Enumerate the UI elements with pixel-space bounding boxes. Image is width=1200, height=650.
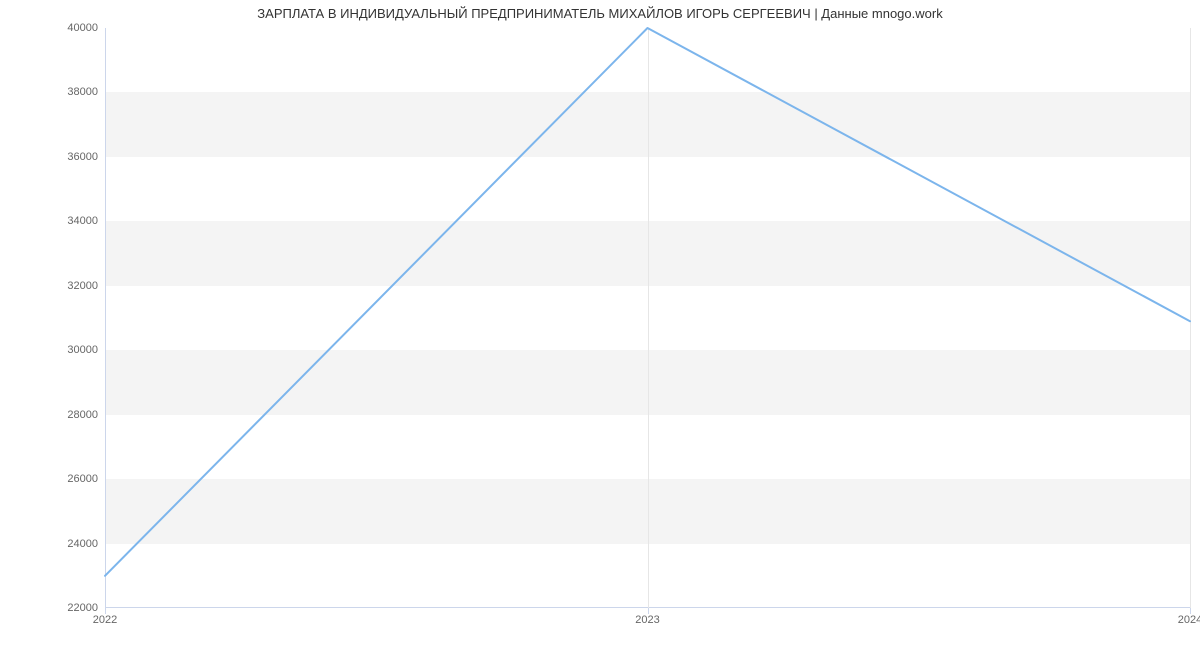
y-tick-label: 32000 <box>8 280 98 292</box>
y-tick-label: 36000 <box>8 151 98 163</box>
plot-area <box>105 28 1190 608</box>
y-tick-label: 24000 <box>8 538 98 550</box>
y-tick-label: 26000 <box>8 473 98 485</box>
series-line <box>105 28 1190 576</box>
y-tick-label: 34000 <box>8 215 98 227</box>
y-tick-label: 28000 <box>8 409 98 421</box>
y-tick-label: 22000 <box>8 602 98 614</box>
y-tick-label: 38000 <box>8 86 98 98</box>
x-tick-label: 2023 <box>635 614 659 626</box>
grid-vertical <box>1190 28 1191 608</box>
line-series-layer <box>105 28 1190 608</box>
chart-container: ЗАРПЛАТА В ИНДИВИДУАЛЬНЫЙ ПРЕДПРИНИМАТЕЛ… <box>0 0 1200 650</box>
chart-title: ЗАРПЛАТА В ИНДИВИДУАЛЬНЫЙ ПРЕДПРИНИМАТЕЛ… <box>0 6 1200 21</box>
x-tick-label: 2024 <box>1178 614 1200 626</box>
x-tick-label: 2022 <box>93 614 117 626</box>
y-tick-label: 40000 <box>8 22 98 34</box>
y-tick-label: 30000 <box>8 344 98 356</box>
